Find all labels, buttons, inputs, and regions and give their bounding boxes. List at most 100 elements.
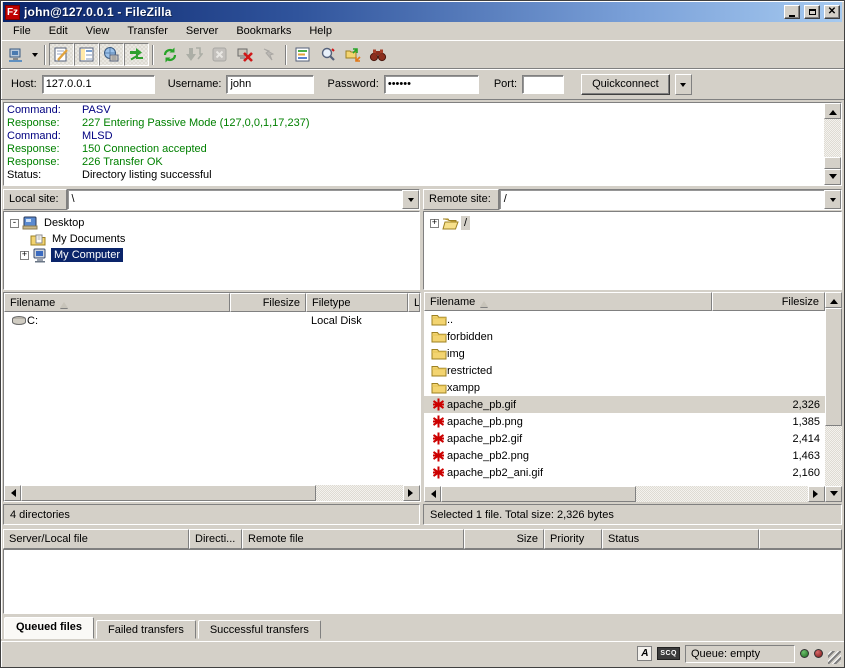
remote-vertical-scrollbar[interactable] (825, 292, 842, 502)
remote-horizontal-scrollbar[interactable] (424, 486, 825, 502)
directory-listing-filters-button[interactable] (290, 43, 315, 66)
file-row[interactable]: apache_pb.png 1,385 (424, 413, 825, 430)
scroll-right-button[interactable] (403, 485, 420, 501)
log-vertical-scrollbar[interactable] (824, 103, 841, 185)
column-header-filename[interactable]: Filename (424, 292, 712, 311)
close-button[interactable]: ✕ (824, 5, 840, 19)
quickconnect-button[interactable]: Quickconnect (581, 74, 670, 95)
scrollbar-thumb[interactable] (825, 308, 842, 426)
titlebar[interactable]: Fz john@127.0.0.1 - FileZilla ✕ (3, 2, 842, 22)
transfer-type-indicator-icon[interactable]: A (637, 646, 652, 661)
disconnect-button[interactable] (232, 43, 257, 66)
toggle-transfer-queue-button[interactable] (124, 43, 149, 66)
menu-edit[interactable]: Edit (40, 23, 77, 40)
remote-file-rows[interactable]: .. forbidden img restricted (424, 311, 825, 486)
tab-successful-transfers[interactable]: Successful transfers (198, 620, 321, 639)
file-row-drive-c[interactable]: C: Local Disk (4, 312, 420, 329)
local-horizontal-scrollbar[interactable] (4, 485, 420, 501)
scroll-up-button[interactable] (825, 292, 842, 308)
scroll-right-button[interactable] (808, 486, 825, 502)
cancel-operation-button[interactable] (207, 43, 232, 66)
local-site-dropdown[interactable] (402, 190, 419, 209)
synchronized-browsing-button[interactable] (340, 43, 365, 66)
port-input[interactable] (522, 75, 564, 94)
file-row[interactable]: restricted (424, 362, 825, 379)
scrollbar-thumb[interactable] (441, 486, 636, 502)
password-input[interactable] (384, 75, 479, 94)
scroll-down-button[interactable] (825, 486, 842, 502)
log-line: Command:PASV (7, 104, 824, 117)
resize-grip[interactable] (828, 651, 841, 664)
site-manager-button[interactable] (3, 43, 28, 66)
site-manager-dropdown[interactable] (28, 43, 41, 66)
scrollbar-thumb[interactable] (21, 485, 316, 501)
remote-directory-tree[interactable]: + / (423, 211, 842, 290)
menu-bookmarks[interactable]: Bookmarks (227, 23, 300, 40)
file-row[interactable]: apache_pb2.png 1,463 (424, 447, 825, 464)
arrow-up-icon (829, 106, 837, 115)
reconnect-button[interactable] (257, 43, 282, 66)
column-header-filesize[interactable]: Filesize (230, 293, 306, 312)
file-row[interactable]: apache_pb2.gif 2,414 (424, 430, 825, 447)
file-row[interactable]: .. (424, 311, 825, 328)
tree-item-my-computer[interactable]: + My Computer (6, 247, 417, 263)
scroll-up-button[interactable] (824, 103, 841, 119)
local-file-rows[interactable]: C: Local Disk (4, 312, 420, 485)
scrollbar-thumb[interactable] (824, 157, 841, 169)
queue-body[interactable] (3, 549, 842, 614)
log-line-type: Command: (7, 104, 82, 117)
reconnect-icon (261, 46, 278, 63)
column-header-filename[interactable]: Filename (4, 293, 230, 312)
tab-queued-files[interactable]: Queued files (4, 617, 94, 639)
expand-icon[interactable]: + (430, 219, 439, 228)
tree-item-root[interactable]: + / (426, 215, 839, 231)
toggle-local-tree-button[interactable] (74, 43, 99, 66)
local-directory-tree[interactable]: - Desktop My Documents + My Computer (3, 211, 420, 290)
remote-site-combo[interactable]: / (499, 189, 842, 210)
quickconnect-dropdown[interactable] (675, 74, 692, 95)
file-row[interactable]: img (424, 345, 825, 362)
speed-limits-indicator-icon[interactable]: SCQ (657, 647, 680, 660)
desktop-icon (22, 216, 38, 231)
remote-selection-status: Selected 1 file. Total size: 2,326 bytes (423, 504, 842, 525)
refresh-button[interactable] (157, 43, 182, 66)
remote-site-dropdown[interactable] (824, 190, 841, 209)
tab-failed-transfers[interactable]: Failed transfers (96, 620, 196, 639)
column-header-priority[interactable]: Priority (544, 529, 602, 549)
collapse-icon[interactable]: - (10, 219, 19, 228)
file-row[interactable]: xampp (424, 379, 825, 396)
scroll-left-button[interactable] (424, 486, 441, 502)
menu-file[interactable]: File (4, 23, 40, 40)
column-header-last-modified[interactable]: L (408, 293, 420, 312)
column-header-remote-file[interactable]: Remote file (242, 529, 464, 549)
file-row[interactable]: forbidden (424, 328, 825, 345)
file-row[interactable]: apache_pb2_ani.gif 2,160 (424, 464, 825, 481)
menu-view[interactable]: View (77, 23, 119, 40)
file-row-selected[interactable]: apache_pb.gif 2,326 (424, 396, 825, 413)
menu-help[interactable]: Help (300, 23, 341, 40)
column-header-size[interactable]: Size (464, 529, 544, 549)
menu-server[interactable]: Server (177, 23, 227, 40)
process-queue-button[interactable] (182, 43, 207, 66)
column-header-server-local-file[interactable]: Server/Local file (3, 529, 189, 549)
tree-item-desktop[interactable]: - Desktop (6, 215, 417, 231)
find-files-button[interactable] (365, 43, 390, 66)
column-header-filesize[interactable]: Filesize (712, 292, 825, 311)
column-header-direction[interactable]: Directi... (189, 529, 242, 549)
scroll-down-button[interactable] (824, 169, 841, 185)
transfer-queue-panel: Server/Local file Directi... Remote file… (3, 529, 842, 614)
toggle-remote-tree-button[interactable] (99, 43, 124, 66)
toggle-message-log-button[interactable] (49, 43, 74, 66)
local-site-combo[interactable]: \ (67, 189, 420, 210)
minimize-button[interactable] (784, 5, 800, 19)
username-input[interactable] (226, 75, 314, 94)
scroll-left-button[interactable] (4, 485, 21, 501)
tree-item-my-documents[interactable]: My Documents (6, 231, 417, 247)
menu-transfer[interactable]: Transfer (118, 23, 177, 40)
column-header-status[interactable]: Status (602, 529, 759, 549)
host-input[interactable] (42, 75, 155, 94)
column-header-filetype[interactable]: Filetype (306, 293, 408, 312)
maximize-button[interactable] (804, 5, 820, 19)
expand-icon[interactable]: + (20, 251, 29, 260)
directory-comparison-button[interactable] (315, 43, 340, 66)
